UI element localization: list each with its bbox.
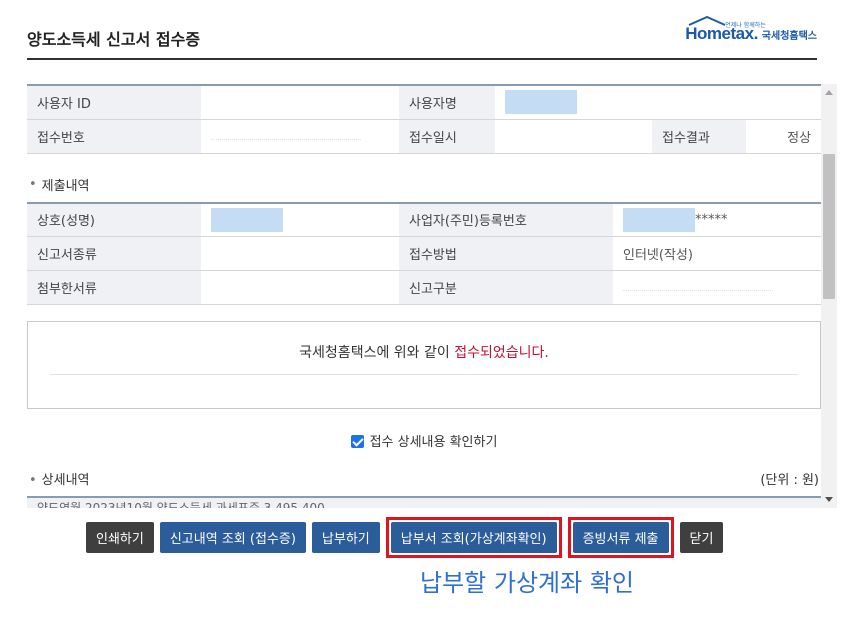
redacted-line [211, 138, 361, 140]
highlight-box: 증빙서류 제출 [567, 517, 674, 558]
detail-check-label: 접수 상세내용 확인하기 [369, 435, 498, 450]
section-title-submission: • 제출내역 [29, 177, 90, 194]
user-info-table: 사용자 ID 사용자명 접수번호 접수일시 접수결과 정상 [27, 84, 821, 154]
redacted-box [211, 207, 283, 232]
print-button[interactable]: 인쇄하기 [86, 522, 154, 553]
header: 양도소득세 신고서 접수증 Hometax. 국세청홈택스 언제나 함께하는 [27, 16, 817, 60]
receipt-date-value [495, 119, 652, 154]
notice-box: 국세청홈택스에 위와 같이 접수되었습니다. [27, 321, 821, 409]
receipt-date-label: 접수일시 [399, 119, 495, 154]
detail-check-row[interactable]: 접수 상세내용 확인하기 [27, 431, 821, 451]
scroll-thumb[interactable] [823, 154, 835, 299]
attachments-label: 첨부한서류 [27, 270, 201, 305]
report-category-value [613, 270, 821, 305]
table-row: 첨부한서류 신고구분 [27, 270, 821, 305]
report-type-label: 신고서종류 [27, 236, 201, 271]
company-name-label: 상호(성명) [27, 202, 201, 237]
user-id-value [201, 85, 399, 120]
attachments-value [201, 270, 399, 305]
user-name-label: 사용자명 [399, 85, 495, 120]
hometax-logo: Hometax. 국세청홈택스 언제나 함께하는 [685, 16, 817, 44]
reg-number-label: 사업자(주민)등록번호 [399, 202, 613, 237]
annotation-caption: 납부할 가상계좌 확인 [420, 569, 634, 597]
cut-off-footer [0, 606, 866, 617]
scroll-up-arrow-icon[interactable] [825, 90, 833, 95]
receipt-no-label: 접수번호 [27, 119, 201, 154]
receipt-method-label: 접수방법 [399, 236, 613, 271]
content-scroll-area[interactable]: 사용자 ID 사용자명 접수번호 접수일시 접수결과 정상 • 제출내역 상호(성… [27, 84, 821, 508]
report-category-label: 신고구분 [399, 270, 613, 305]
page-title: 양도소득세 신고서 접수증 [27, 30, 201, 49]
logo-korean: 국세청홈택스 [761, 31, 817, 42]
notice-message: 국세청홈택스에 위와 같이 접수되었습니다. [299, 345, 549, 361]
unit-label: (단위 : 원) [760, 473, 819, 488]
redacted-box [505, 90, 577, 115]
receipt-window: 양도소득세 신고서 접수증 Hometax. 국세청홈택스 언제나 함께하는 사… [0, 0, 866, 617]
detail-checkbox[interactable] [350, 435, 364, 448]
report-type-value [201, 236, 399, 271]
user-id-label: 사용자 ID [27, 85, 201, 120]
pay-button[interactable]: 납부하기 [311, 522, 380, 553]
section-title-detail: • 상세내역 [29, 473, 90, 488]
bullet-icon: • [29, 177, 37, 192]
evidence-submit-button[interactable]: 증빙서류 제출 [572, 522, 669, 553]
redacted-box [623, 207, 695, 232]
table-row: 상호(성명) 사업자(주민)등록번호 ***** [27, 202, 821, 237]
receipt-method-value: 인터넷(작성) [613, 236, 821, 271]
close-button[interactable]: 닫기 [679, 522, 724, 553]
history-button[interactable]: 신고내역 조회 (접수증) [159, 522, 306, 553]
action-bar: 인쇄하기 신고내역 조회 (접수증) 납부하기 납부서 조회(가상계좌확인) 증… [86, 517, 724, 558]
detail-header: • 상세내역 (단위 : 원) [27, 469, 821, 488]
scroll-down-arrow-icon[interactable] [825, 497, 833, 502]
user-name-value [495, 85, 821, 120]
house-roof-icon [688, 16, 726, 26]
table-row: 신고서종류 접수방법 인터넷(작성) [27, 236, 821, 271]
highlight-box: 납부서 조회(가상계좌확인) [385, 517, 562, 558]
divider [50, 374, 798, 375]
redacted-line [623, 289, 773, 291]
company-name-value [201, 202, 399, 237]
submission-table: 상호(성명) 사업자(주민)등록번호 ***** 신고서종류 접수방법 인터넷(… [27, 201, 821, 305]
payment-slip-button[interactable]: 납부서 조회(가상계좌확인) [390, 522, 557, 553]
table-row: 사용자 ID 사용자명 [27, 85, 821, 120]
vertical-scrollbar[interactable] [821, 84, 837, 508]
receipt-result-value: 정상 [746, 119, 821, 154]
detail-table-row: 양도연월 2023년10월 양도소득세 과세표준 3,495,400 [27, 496, 821, 508]
table-row: 접수번호 접수일시 접수결과 정상 [27, 119, 821, 154]
receipt-result-label: 접수결과 [652, 119, 746, 154]
logo-tagline: 언제나 함께하는 [725, 22, 766, 29]
bullet-icon: • [29, 473, 37, 488]
reg-number-value: ***** [613, 202, 821, 237]
receipt-no-value [201, 119, 399, 154]
